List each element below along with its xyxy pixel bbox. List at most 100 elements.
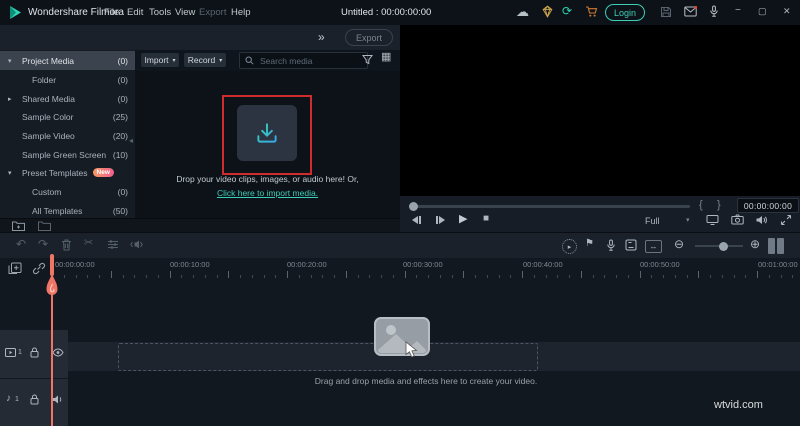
expanded-arrow-icon[interactable]: ▾: [8, 169, 12, 177]
play-button[interactable]: ▶: [459, 214, 467, 225]
zoom-in-icon[interactable]: ⊕: [750, 238, 760, 250]
display-monitor-icon[interactable]: [706, 214, 719, 226]
ruler-label: 00:00:10:00: [170, 260, 210, 269]
playhead-handle[interactable]: [44, 274, 60, 301]
caret-down-icon: ▾: [219, 57, 223, 64]
menu-file[interactable]: File: [104, 7, 119, 18]
mail-icon[interactable]: [684, 6, 697, 17]
sidebar-collapse-handle[interactable]: ◂: [129, 136, 133, 145]
marker-flag-icon[interactable]: ⚑: [585, 239, 594, 249]
ruler-label: 00:01:00:00: [758, 260, 798, 269]
sync-icon[interactable]: ⟳: [562, 5, 572, 17]
seek-bar[interactable]: [412, 205, 690, 208]
ruler-label: 00:00:20:00: [287, 260, 327, 269]
sidebar-item-custom[interactable]: Custom (0): [0, 182, 135, 201]
voiceover-mic-icon[interactable]: [605, 239, 617, 252]
zoom-to-fit-icon[interactable]: ↔: [645, 240, 662, 253]
minimize-button[interactable]: −: [735, 5, 741, 16]
close-button[interactable]: ✕: [783, 6, 791, 17]
stop-button[interactable]: ■: [483, 214, 489, 224]
sidebar-item-shared-media[interactable]: ▸ Shared Media (0): [0, 89, 135, 108]
sidebar-item-sample-color[interactable]: Sample Color (25): [0, 107, 135, 126]
detach-audio-icon[interactable]: [130, 239, 143, 250]
collapsed-arrow-icon[interactable]: ▸: [8, 95, 12, 103]
delete-trash-icon[interactable]: [61, 239, 72, 251]
search-icon: [245, 56, 254, 65]
ruler-label: 00:00:00:00: [55, 260, 95, 269]
track-size-bar-icon[interactable]: [777, 238, 784, 254]
login-button[interactable]: Login: [605, 4, 645, 21]
import-button[interactable]: Import ▾: [141, 53, 179, 67]
preview-quality-select[interactable]: Full: [645, 216, 660, 226]
filmora-logo-icon: [7, 4, 24, 21]
filmora-window: Wondershare Filmora File Edit Tools View…: [0, 0, 800, 426]
lock-icon[interactable]: [30, 347, 39, 358]
search-input[interactable]: [258, 54, 350, 67]
ruler-label: 00:00:50:00: [640, 260, 680, 269]
delete-folder-icon[interactable]: [38, 221, 51, 231]
new-folder-icon[interactable]: [12, 221, 25, 231]
timeline-toolbar: ↶ ↷ ✂ ▸ ⚑ ↔ ⊖ ⊕: [0, 232, 800, 259]
menu-edit[interactable]: Edit: [127, 7, 143, 18]
video-track-number: 1: [18, 349, 22, 356]
filter-funnel-icon[interactable]: [362, 54, 373, 65]
watermark: wtvid.com: [714, 399, 763, 411]
more-tabs-chevron-icon[interactable]: »: [318, 31, 325, 43]
menu-tools[interactable]: Tools: [149, 7, 171, 18]
seek-handle[interactable]: [409, 201, 418, 211]
drop-hint-text: Drop your video clips, images, or audio …: [176, 174, 359, 184]
timeline-drop-zone[interactable]: [118, 343, 538, 371]
import-highlight-annotation: [222, 95, 312, 175]
audio-track-header: ♪ 1: [0, 379, 68, 426]
video-track-header: 1: [0, 330, 68, 378]
track-size-bar-icon[interactable]: [768, 238, 775, 254]
sidebar-item-sample-green-screen[interactable]: Sample Green Screen (10): [0, 145, 135, 164]
fullscreen-expand-icon[interactable]: [780, 214, 792, 226]
properties-mixer-icon[interactable]: [107, 239, 119, 250]
zoom-out-icon[interactable]: ⊖: [674, 238, 684, 250]
mark-out-button[interactable]: }: [717, 199, 721, 211]
import-media-link[interactable]: Click here to import media.: [135, 188, 400, 198]
timeline-ruler[interactable]: [52, 270, 800, 278]
menu-view[interactable]: View: [175, 7, 195, 18]
expanded-arrow-icon[interactable]: ▾: [8, 57, 12, 65]
sidebar-item-folder[interactable]: Folder (0): [0, 70, 135, 89]
split-scissors-icon[interactable]: ✂: [84, 238, 93, 249]
audio-mixer-icon[interactable]: [625, 239, 637, 251]
snapshot-camera-icon[interactable]: [731, 214, 744, 225]
next-frame-button[interactable]: [436, 216, 445, 224]
grid-view-icon[interactable]: ▦: [381, 52, 391, 63]
volume-speaker-icon[interactable]: [755, 214, 768, 226]
mic-icon[interactable]: [708, 5, 720, 18]
audio-track-number: 1: [15, 396, 19, 403]
lock-icon[interactable]: [30, 394, 39, 405]
sidebar-item-preset-templates[interactable]: ▾ Preset Templates New: [0, 163, 135, 182]
eye-icon[interactable]: [52, 348, 64, 357]
new-badge: New: [92, 168, 114, 177]
render-preview-icon[interactable]: ▸: [562, 239, 577, 254]
search-box[interactable]: [239, 52, 368, 69]
manage-tracks-icon[interactable]: [8, 262, 22, 275]
sidebar-item-project-media[interactable]: ▾ Project Media (0): [0, 51, 135, 70]
dragged-media-thumbnail: [374, 317, 430, 356]
cloud-icon[interactable]: ☁: [516, 5, 529, 18]
export-button[interactable]: Export: [345, 29, 393, 46]
preview-viewport: [400, 25, 800, 196]
menu-help[interactable]: Help: [231, 7, 251, 18]
maximize-button[interactable]: ▢: [758, 6, 767, 17]
record-button[interactable]: Record ▾: [184, 53, 226, 67]
undo-icon[interactable]: ↶: [16, 238, 26, 250]
track-speaker-icon[interactable]: [52, 394, 64, 405]
menu-export[interactable]: Export: [199, 7, 226, 18]
redo-icon[interactable]: ↷: [38, 238, 48, 250]
ruler-label: 00:00:40:00: [523, 260, 563, 269]
save-icon[interactable]: [660, 6, 672, 18]
cart-icon[interactable]: [585, 5, 598, 18]
previous-frame-button[interactable]: [412, 216, 421, 224]
upgrade-gem-icon[interactable]: [541, 5, 554, 18]
timeline-zoom-slider-handle[interactable]: [719, 241, 728, 251]
mark-in-button[interactable]: {: [699, 199, 703, 211]
sidebar-item-sample-video[interactable]: Sample Video (20): [0, 126, 135, 145]
caret-down-icon[interactable]: ▾: [686, 216, 690, 224]
media-tab-bar: Media Stock Media ♫ Audio T Titles ◩ Tra…: [0, 25, 400, 74]
